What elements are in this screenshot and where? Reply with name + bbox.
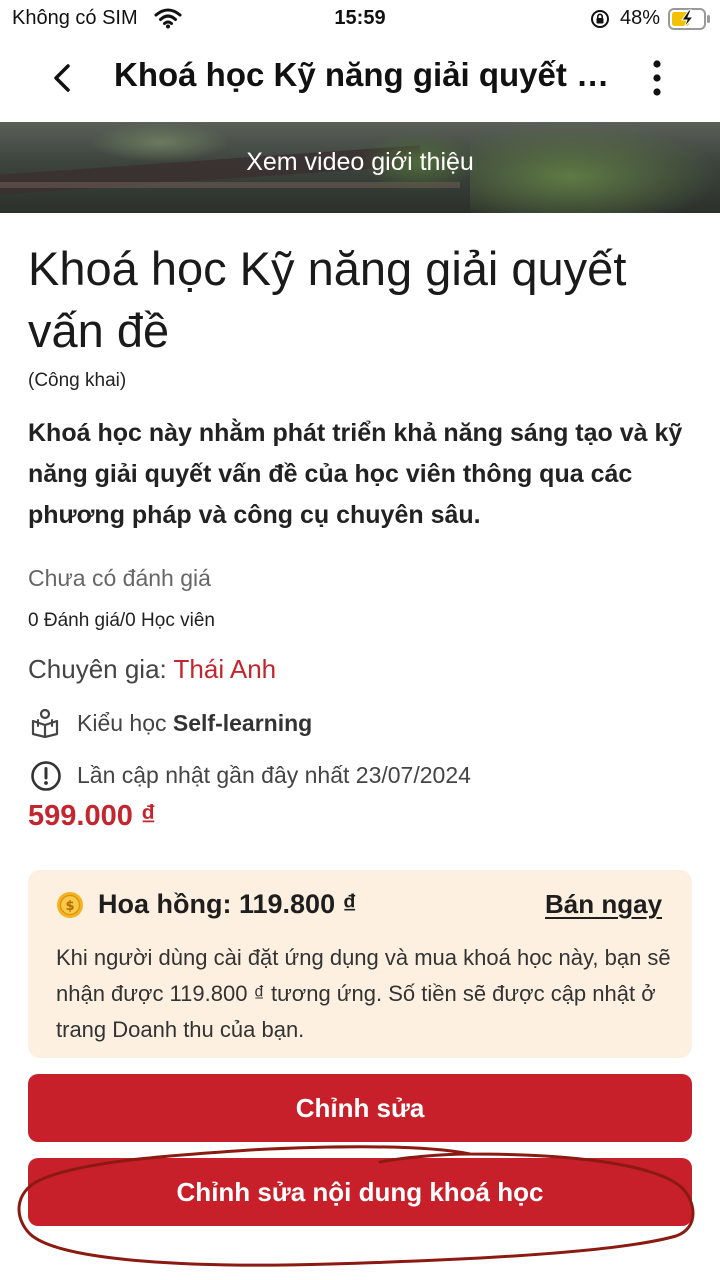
back-button[interactable] (44, 58, 84, 98)
svg-text:$: $ (65, 899, 74, 914)
course-price: 599.000 ₫ (28, 800, 156, 832)
clock: 15:59 (334, 7, 386, 29)
more-options-button[interactable] (640, 58, 674, 102)
rating-count: 0 Đánh giá/0 Học viên (28, 610, 215, 631)
commission-amount: Hoa hồng: 119.800 ₫ (98, 889, 357, 919)
intro-video-banner[interactable]: Xem video giới thiệu (0, 122, 720, 213)
edit-button[interactable]: Chỉnh sửa (28, 1074, 692, 1142)
last-updated-text: Lần cập nhật gần đây nhất 23/07/2024 (77, 762, 471, 788)
battery-charging-icon (668, 8, 712, 35)
commission-description: Khi người dùng cài đặt ứng dụng và mua k… (56, 945, 671, 1042)
lock-rotation-icon (590, 9, 610, 34)
learning-type-text: Kiểu học Self-learning (77, 710, 312, 737)
sell-now-link[interactable]: Bán ngay (545, 889, 662, 920)
coin-icon: $ (56, 891, 84, 924)
status-bar: Không có SIM 15:59 48% (0, 0, 720, 36)
visibility-label: (Công khai) (28, 370, 127, 391)
course-title: Khoá học Kỹ năng giải quyết vấn đề (28, 242, 627, 357)
info-icon (30, 760, 62, 797)
expert-row: Chuyên gia: Thái Anh (28, 654, 276, 685)
expert-name-link[interactable]: Thái Anh (174, 654, 277, 684)
watch-intro-video-label: Xem video giới thiệu (246, 148, 474, 176)
expert-label: Chuyên gia: (28, 654, 174, 684)
more-icon (653, 60, 661, 96)
book-reader-icon (30, 708, 60, 743)
back-icon (54, 64, 70, 92)
rating-status: Chưa có đánh giá (28, 565, 211, 591)
learning-type-value: Self-learning (172, 710, 313, 736)
battery-percent: 48% (620, 7, 661, 29)
commission-card: $ Hoa hồng: 119.800 ₫ Bán ngay Khi người… (28, 870, 692, 1058)
page-title: Khoá học Kỹ năng giải quyết v... (114, 56, 614, 93)
course-description: Khoá học này nhằm phát triển khả năng sá… (28, 419, 683, 529)
learning-type-label: Kiểu học (77, 710, 173, 736)
edit-content-button[interactable]: Chỉnh sửa nội dung khoá học (28, 1158, 692, 1226)
nav-bar: Khoá học Kỹ năng giải quyết v... (0, 36, 720, 122)
